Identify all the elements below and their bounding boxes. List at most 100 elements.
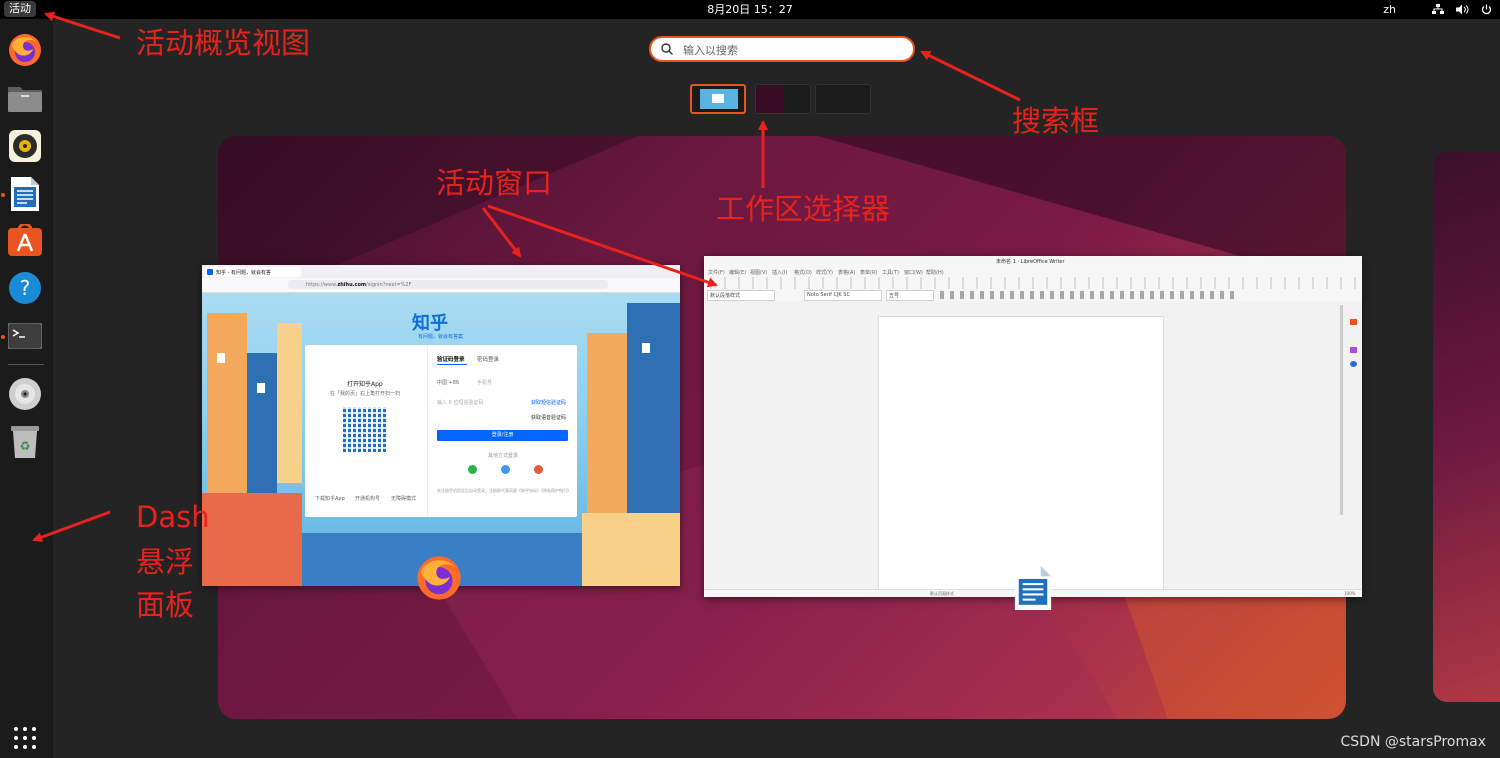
search-icon: [661, 43, 673, 55]
watermark: CSDN @starsPromax: [1340, 734, 1487, 750]
browser-tab[interactable]: 知乎 - 有问题，就会有答: [205, 267, 301, 277]
power-icon[interactable]: [1481, 4, 1492, 15]
tab-password-login[interactable]: 密码登录: [477, 355, 499, 363]
weibo-login-icon[interactable]: [534, 465, 543, 474]
disc-icon: [9, 378, 41, 410]
dash-firefox[interactable]: [6, 31, 44, 69]
top-bar: 活动 8月20日 15：27 zh: [0, 0, 1500, 19]
get-sms-code-link[interactable]: 获取短信验证码: [531, 399, 566, 406]
window-title: 未命名 1 - LibreOffice Writer: [996, 259, 1065, 265]
properties-icon[interactable]: [1350, 319, 1357, 325]
other-login-label: 其他方式登录: [488, 453, 519, 459]
login-card: 打开知乎App 在「我的页」右上角打开扫一扫 下载知乎App 开通机构号 无障碍…: [305, 345, 577, 517]
document-area[interactable]: [704, 301, 1362, 594]
menu-tools[interactable]: 工具(T): [882, 269, 899, 276]
wechat-login-icon[interactable]: [468, 465, 477, 474]
menu-file[interactable]: 文件(F): [708, 269, 725, 276]
dash-panel: ? ♻: [0, 19, 53, 758]
terms-text: 未注册手机验证后自动登录，注册即代表同意《知乎协议》《隐私保护指引》: [437, 488, 571, 493]
menu-form[interactable]: 表单(R): [860, 269, 877, 276]
help-icon: ?: [9, 272, 41, 304]
system-tray[interactable]: zh: [1383, 0, 1492, 19]
sidebar-deck[interactable]: [1348, 305, 1360, 415]
navigator-icon[interactable]: [1350, 361, 1357, 367]
svg-text:♻: ♻: [20, 439, 31, 453]
annotation-workspace: 工作区选择器: [716, 192, 891, 226]
zhihu-logo: 知乎: [412, 313, 448, 334]
menu-help[interactable]: 帮助(H): [926, 269, 944, 276]
dash-separator: [8, 364, 44, 365]
qq-login-icon[interactable]: [501, 465, 510, 474]
menu-window[interactable]: 窗口(W): [904, 269, 923, 276]
libreoffice-writer-window[interactable]: 未命名 1 - LibreOffice Writer 文件(F) 编辑(E) 视…: [704, 256, 1362, 597]
document-page[interactable]: [878, 316, 1164, 594]
workspace-thumbnail-3[interactable]: [815, 84, 871, 114]
annotation-dash-line1: Dash: [136, 500, 210, 534]
network-icon[interactable]: [1432, 4, 1444, 15]
running-indicator: [1, 335, 5, 339]
url-bar[interactable]: https://www.zhihu.com/signin?next=%2F: [288, 280, 608, 289]
workspace-thumbnail-1[interactable]: [690, 84, 746, 114]
search-box[interactable]: [649, 36, 915, 62]
toolbars[interactable]: 默认段落样式 Noto Serif CJK SC 五号: [704, 277, 1362, 301]
formatting-buttons[interactable]: [940, 291, 1240, 299]
tab-title: 知乎 - 有问题，就会有答: [216, 270, 271, 276]
volume-icon[interactable]: [1456, 4, 1469, 15]
open-app-subtitle: 在「我的页」右上角打开扫一扫: [330, 391, 401, 397]
search-input[interactable]: [681, 40, 905, 60]
download-app-link[interactable]: 下载知乎App: [315, 495, 345, 502]
dash-help[interactable]: ?: [6, 269, 44, 307]
input-method-indicator[interactable]: zh: [1383, 3, 1396, 16]
app-center-icon: [8, 224, 42, 256]
rhythmbox-icon: [9, 130, 41, 162]
menu-insert[interactable]: 插入(I): [772, 269, 787, 276]
sms-code-input[interactable]: 输入 6 位短信验证码: [437, 399, 483, 406]
dash-terminal[interactable]: [6, 317, 44, 355]
url-text: https://www.zhihu.com/signin?next=%2F: [306, 282, 412, 288]
font-name-select[interactable]: Noto Serif CJK SC: [804, 290, 882, 301]
dash-disc[interactable]: [6, 375, 44, 413]
menu-format[interactable]: 格式(O): [794, 269, 812, 276]
dash-libreoffice-writer[interactable]: [6, 175, 44, 213]
app-grid-icon: [14, 727, 36, 749]
annotation-overview: 活动概览视图: [136, 26, 311, 60]
next-workspace-preview[interactable]: [1433, 152, 1500, 702]
dash-files[interactable]: [6, 79, 44, 117]
show-apps-button[interactable]: [6, 725, 44, 751]
firefox-window[interactable]: 知乎 - 有问题，就会有答 https://www.zhihu.com/sign…: [202, 265, 680, 586]
annotation-dash-line2: 悬浮: [136, 545, 195, 579]
clock[interactable]: 8月20日 15：27: [0, 0, 1500, 19]
menu-edit[interactable]: 编辑(E): [729, 269, 746, 276]
annotation-windows: 活动窗口: [436, 166, 553, 200]
paragraph-style-select[interactable]: 默认段落样式: [707, 290, 775, 301]
zhihu-slogan: 有问题，就会有答案: [418, 334, 464, 340]
login-register-button[interactable]: 登录/注册: [437, 430, 568, 441]
open-app-title: 打开知乎App: [347, 381, 383, 388]
menu-view[interactable]: 视图(V): [750, 269, 767, 276]
menu-table[interactable]: 表格(A): [838, 269, 855, 276]
workspace-thumbnail-2[interactable]: [755, 84, 811, 114]
get-voice-code-link[interactable]: 获取语音验证码: [531, 414, 566, 421]
arrow-search: [920, 50, 1021, 102]
dash-app-center[interactable]: [6, 221, 44, 259]
firefox-icon: [417, 556, 461, 600]
tab-sms-login[interactable]: 验证码登录: [437, 355, 465, 363]
zoom-level[interactable]: 100%: [1344, 591, 1355, 596]
vertical-scrollbar[interactable]: [1340, 305, 1343, 515]
terminal-icon: [8, 323, 42, 349]
menu-bar: 文件(F) 编辑(E) 视图(V) 插入(I) 格式(O) 样式(Y) 表格(A…: [704, 267, 1362, 277]
dash-rhythmbox[interactable]: [6, 127, 44, 165]
accessibility-link[interactable]: 无障碍模式: [391, 495, 416, 502]
nav-bar: https://www.zhihu.com/signin?next=%2F: [202, 278, 680, 293]
trash-icon: ♻: [11, 426, 39, 458]
dash-trash[interactable]: ♻: [6, 422, 44, 460]
phone-input[interactable]: 手机号: [477, 379, 492, 386]
svg-text:?: ?: [20, 276, 31, 300]
org-account-link[interactable]: 开通机构号: [355, 495, 380, 502]
tab-bar: 知乎 - 有问题，就会有答: [202, 265, 680, 278]
running-indicator: [1, 193, 5, 197]
font-size-select[interactable]: 五号: [886, 290, 934, 301]
country-code-select[interactable]: 中国 +86: [437, 379, 459, 386]
styles-icon[interactable]: [1350, 347, 1357, 353]
menu-styles[interactable]: 样式(Y): [816, 269, 833, 276]
